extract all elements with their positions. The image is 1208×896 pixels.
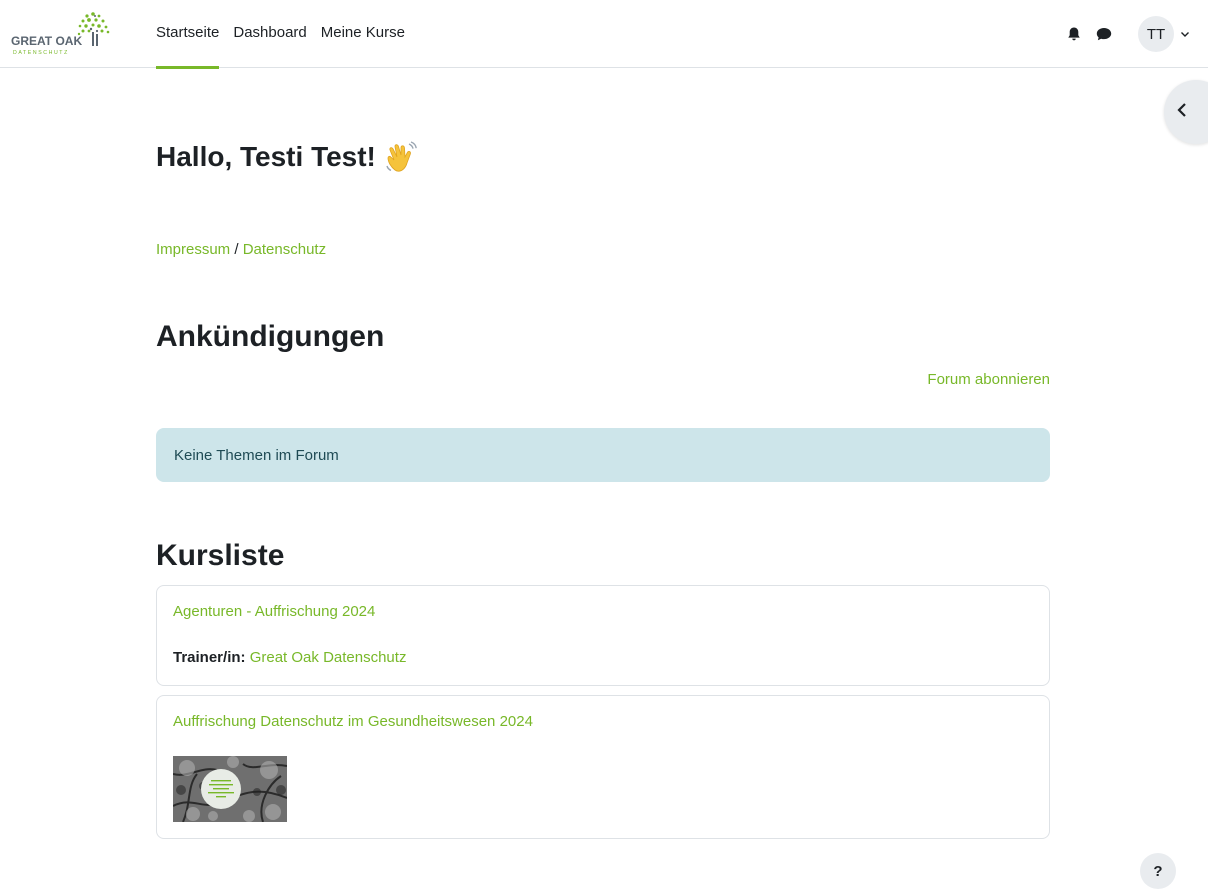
drawer-toggle-button[interactable] [1164,80,1208,144]
course-image[interactable] [172,756,288,823]
page-title: Hallo, Testi Test! [156,140,418,174]
avatar[interactable]: TT [1138,16,1174,52]
bell-icon[interactable] [1062,22,1086,46]
help-button[interactable]: ? [1140,853,1176,889]
top-navbar: GREAT OAK DATENSCHUTZ Startseite Dashboa… [0,0,1208,69]
greeting-text: Hallo, Testi Test! [156,141,376,172]
datenschutz-link[interactable]: Datenschutz [243,241,326,258]
great-oak-logo[interactable]: GREAT OAK DATENSCHUTZ [9,10,121,60]
logo-wordmark: GREAT OAK [11,34,82,48]
announcements-heading: Ankündigungen [156,320,385,353]
empty-forum-alert: Keine Themen im Forum [156,428,1050,482]
course-title-link[interactable]: Agenturen - Auffrischung 2024 [173,603,375,620]
chat-bubble-icon[interactable] [1092,22,1116,46]
primary-navigation: Startseite Dashboard Meine Kurse [156,0,419,69]
trainer-label: Trainer/in: [173,649,246,666]
course-card: Agenturen - Auffrischung 2024 Trainer/in… [156,585,1050,686]
nav-startseite[interactable]: Startseite [156,0,220,69]
link-separator: / [234,241,239,258]
empty-forum-message: Keine Themen im Forum [174,446,339,464]
footer-links: Impressum / Datenschutz [156,241,326,258]
course-trainer: Trainer/in: Great Oak Datenschutz [173,649,406,666]
chevron-left-icon [1176,102,1188,123]
nav-meine-kurse[interactable]: Meine Kurse [321,0,405,68]
waving-hand-icon [384,140,418,174]
user-menu[interactable]: TT [1138,16,1190,52]
course-card: Auffrischung Datenschutz im Gesundheitsw… [156,695,1050,839]
impressum-link[interactable]: Impressum [156,241,230,258]
chevron-down-icon[interactable] [1180,29,1190,39]
forum-subscribe-link[interactable]: Forum abonnieren [927,371,1050,388]
course-title-link[interactable]: Auffrischung Datenschutz im Gesundheitsw… [173,713,533,730]
trainer-link[interactable]: Great Oak Datenschutz [250,649,407,666]
user-tools: TT [1056,0,1190,68]
course-list-heading: Kursliste [156,539,285,572]
logo-tagline: DATENSCHUTZ [13,50,69,56]
nav-dashboard[interactable]: Dashboard [233,0,306,68]
